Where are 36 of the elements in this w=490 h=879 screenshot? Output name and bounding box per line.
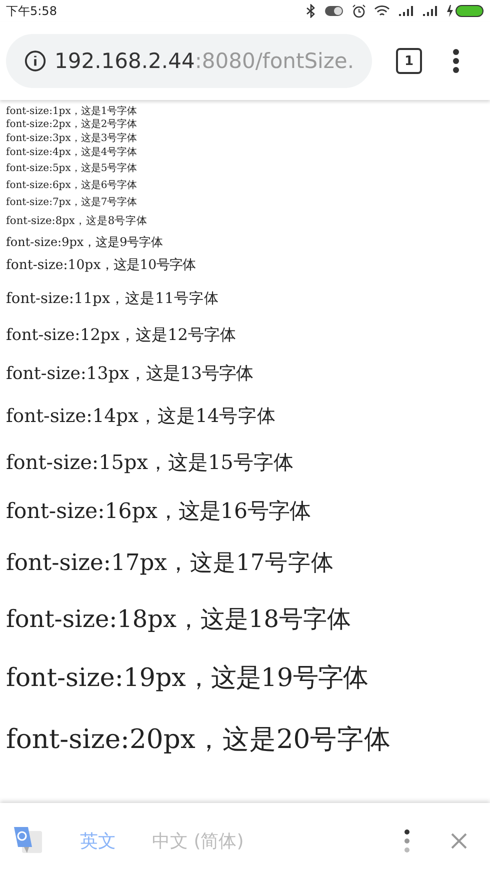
font-size-line: font-size:9px，这是9号字体 bbox=[6, 235, 164, 250]
font-size-line: font-size:10px，这是10号字体 bbox=[6, 258, 196, 274]
font-size-line: font-size:12px，这是12号字体 bbox=[6, 325, 236, 344]
font-size-line: font-size:20px，这是20号字体 bbox=[6, 724, 392, 756]
font-size-line: font-size:8px，这是8号字体 bbox=[6, 215, 148, 228]
url-text: 192.168.2.44:8080/fontSize. bbox=[54, 49, 354, 73]
font-size-line: font-size:5px，这是5号字体 bbox=[6, 163, 138, 176]
font-size-line: font-size:14px，这是14号字体 bbox=[6, 406, 276, 428]
bluetooth-icon bbox=[306, 4, 316, 18]
font-size-line: font-size:3px，这是3号字体 bbox=[6, 132, 138, 145]
font-size-line: font-size:19px，这是19号字体 bbox=[6, 662, 368, 694]
font-size-line: font-size:16px，这是16号字体 bbox=[6, 498, 310, 524]
font-size-line: font-size:7px，这是7号字体 bbox=[6, 196, 138, 209]
more-icon[interactable] bbox=[404, 829, 410, 853]
alarm-icon bbox=[352, 4, 366, 18]
font-size-line: font-size:17px，这是17号字体 bbox=[6, 550, 334, 578]
font-size-line: font-size:2px，这是2号字体 bbox=[6, 119, 138, 131]
font-size-line: font-size:13px，这是13号字体 bbox=[6, 364, 254, 384]
font-size-line: font-size:4px，这是4号字体 bbox=[6, 147, 138, 160]
signal-icon bbox=[398, 5, 414, 17]
translate-icon[interactable] bbox=[12, 826, 44, 856]
font-size-line: font-size:6px，这是6号字体 bbox=[6, 180, 138, 192]
wifi-icon bbox=[374, 4, 390, 18]
status-time: 下午5:58 bbox=[6, 2, 57, 20]
info-icon bbox=[24, 49, 47, 73]
font-size-line: font-size:1px，这是1号字体 bbox=[6, 106, 138, 118]
battery-icon bbox=[446, 4, 484, 18]
signal-icon bbox=[422, 5, 438, 17]
address-bar[interactable]: 192.168.2.44:8080/fontSize. bbox=[6, 34, 372, 88]
font-size-line: font-size:18px，这是18号字体 bbox=[6, 604, 351, 634]
font-size-line: font-size:11px，这是11号字体 bbox=[6, 290, 219, 308]
tab-count-button[interactable]: 1 bbox=[396, 48, 422, 74]
close-icon[interactable] bbox=[450, 832, 468, 850]
menu-icon[interactable] bbox=[452, 48, 460, 74]
font-size-line: font-size:15px，这是15号字体 bbox=[6, 450, 294, 474]
toggle-icon bbox=[324, 5, 344, 17]
